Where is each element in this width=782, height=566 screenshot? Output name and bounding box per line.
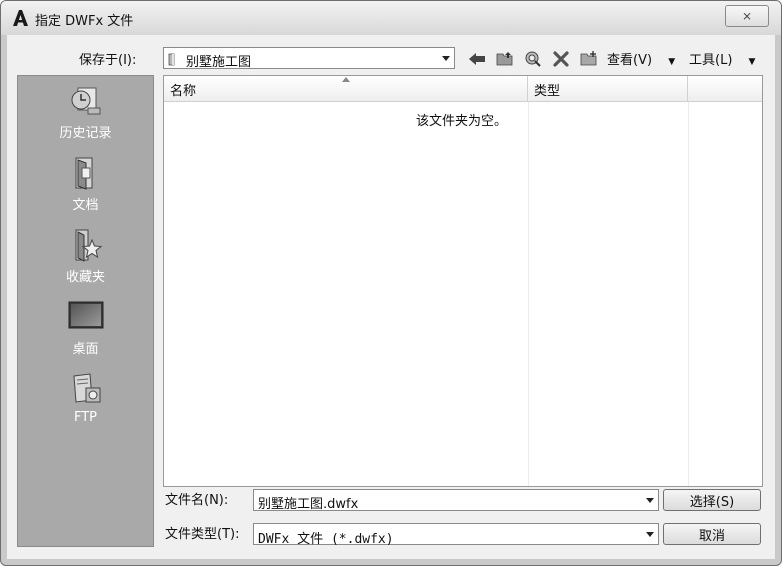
- place-label: 文档: [72, 198, 99, 213]
- column-header-name[interactable]: 名称: [164, 76, 528, 102]
- tools-menu[interactable]: 工具(L) ▼: [689, 49, 755, 68]
- column-header-label: 类型: [534, 84, 561, 99]
- sort-ascending-icon: [342, 77, 350, 82]
- new-folder-button[interactable]: [579, 49, 599, 69]
- views-menu-label: 查看(V): [607, 53, 653, 68]
- empty-folder-message: 该文件夹为空。: [416, 114, 508, 129]
- place-label: 历史记录: [59, 126, 112, 141]
- views-menu-icon: ▼: [668, 57, 676, 67]
- up-folder-icon: [496, 52, 513, 66]
- file-name-combo[interactable]: 别墅施工图.dwfx: [253, 489, 659, 512]
- select-button[interactable]: 选择(S): [663, 489, 761, 511]
- chevron-down-icon[interactable]: [646, 498, 654, 503]
- place-ftp[interactable]: FTP: [18, 372, 153, 442]
- tools-menu-label: 工具(L): [689, 53, 733, 68]
- title-bar[interactable]: 指定 DWFx 文件 ⨯: [1, 1, 781, 35]
- desktop-icon: [68, 301, 104, 329]
- save-in-value: 别墅施工图: [186, 55, 252, 70]
- cancel-button[interactable]: 取消: [663, 523, 761, 545]
- dialog-body: 保存于(I): 别墅施工图 查看(V) ▼ 工具(L) ▼ 历史记录 文档 收藏…: [7, 35, 775, 559]
- column-header-blank[interactable]: [688, 76, 762, 102]
- autocad-app-icon: [13, 10, 28, 26]
- file-type-label: 文件类型(T):: [165, 527, 240, 542]
- chevron-down-icon[interactable]: [442, 56, 450, 61]
- places-bar: 历史记录 文档 收藏夹 桌面 FTP: [17, 75, 154, 547]
- back-button[interactable]: [467, 49, 487, 69]
- column-header-label: 名称: [170, 84, 197, 99]
- tools-menu-icon: ▼: [748, 57, 756, 67]
- chevron-down-icon[interactable]: [646, 532, 654, 537]
- place-label: FTP: [73, 410, 98, 425]
- place-desktop[interactable]: 桌面: [18, 300, 153, 370]
- dialog-window: 指定 DWFx 文件 ⨯ 保存于(I): 别墅施工图 查看(V) ▼ 工具(L)…: [0, 0, 782, 566]
- ftp-icon: [73, 373, 101, 403]
- file-name-value: 别墅施工图.dwfx: [258, 497, 359, 512]
- documents-icon: [75, 157, 93, 190]
- column-header-type[interactable]: 类型: [528, 76, 688, 102]
- file-list[interactable]: 名称 类型 该文件夹为空。: [163, 75, 763, 487]
- place-documents[interactable]: 文档: [18, 156, 153, 226]
- favorites-icon: [75, 229, 103, 262]
- search-web-button[interactable]: [523, 49, 543, 69]
- place-label: 收藏夹: [65, 270, 105, 285]
- search-web-icon: [525, 51, 541, 67]
- file-name-label: 文件名(N):: [165, 493, 229, 508]
- delete-button[interactable]: [551, 49, 571, 69]
- place-label: 桌面: [72, 342, 99, 357]
- window-title: 指定 DWFx 文件: [35, 14, 134, 29]
- column-divider: [528, 102, 529, 486]
- close-icon: ⨯: [741, 9, 753, 23]
- folder-icon: [168, 53, 175, 66]
- history-icon: [71, 87, 101, 115]
- close-button[interactable]: ⨯: [725, 5, 769, 27]
- save-in-combo[interactable]: 别墅施工图: [163, 47, 455, 70]
- file-type-value: DWFx 文件 (*.dwfx): [258, 532, 394, 547]
- place-history[interactable]: 历史记录: [18, 84, 153, 154]
- save-in-label: 保存于(I):: [79, 53, 137, 68]
- delete-icon: [553, 51, 569, 67]
- new-folder-icon: [580, 51, 597, 66]
- up-folder-button[interactable]: [495, 49, 515, 69]
- column-divider: [688, 102, 689, 486]
- place-favorites[interactable]: 收藏夹: [18, 228, 153, 298]
- views-menu[interactable]: 查看(V) ▼: [607, 49, 675, 68]
- back-icon: [469, 53, 485, 65]
- file-type-combo[interactable]: DWFx 文件 (*.dwfx): [253, 523, 659, 547]
